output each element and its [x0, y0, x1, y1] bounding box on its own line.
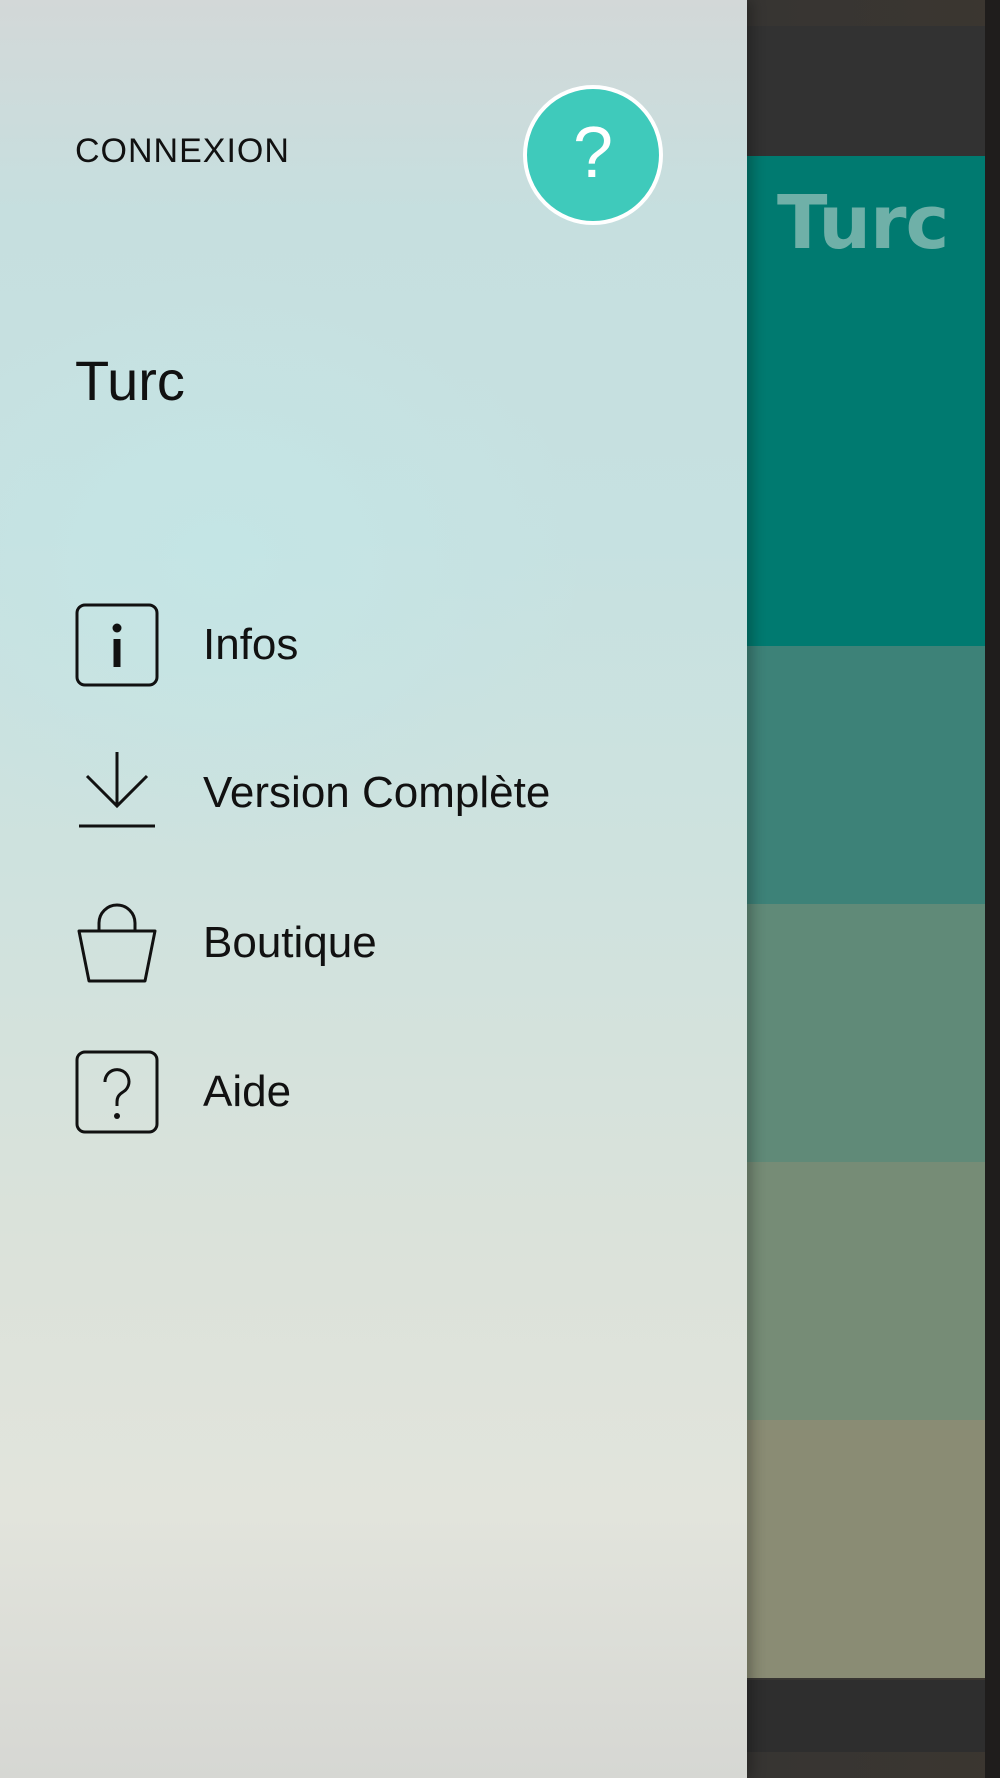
- background-category-band[interactable]: [740, 1162, 985, 1420]
- login-link[interactable]: CONNEXION: [75, 132, 290, 171]
- background-bottom-bar: [740, 1680, 985, 1752]
- menu-item-infos[interactable]: Infos: [75, 595, 298, 695]
- background-top-bar: [740, 26, 985, 156]
- info-icon: [75, 600, 159, 690]
- app-screen: Turc CONNEXION ? Turc Infos Version Comp…: [0, 0, 1000, 1778]
- background-category-band[interactable]: [740, 904, 985, 1162]
- side-drawer: CONNEXION ? Turc Infos Version Complète …: [0, 0, 747, 1778]
- language-title: Turc: [75, 349, 185, 412]
- menu-item-label: Infos: [203, 620, 299, 669]
- question-mark-icon: ?: [572, 113, 614, 193]
- background-edge: [985, 0, 1000, 1778]
- menu-item-label: Boutique: [203, 918, 377, 967]
- background-hero-title: Turc: [777, 180, 949, 266]
- help-button[interactable]: ?: [523, 85, 663, 225]
- menu-item-label: Version Complète: [203, 768, 551, 817]
- shopping-bag-icon: [75, 898, 159, 988]
- background-category-band[interactable]: [740, 646, 985, 904]
- menu-item-shop[interactable]: Boutique: [75, 893, 377, 993]
- menu-item-full-version[interactable]: Version Complète: [75, 743, 550, 843]
- background-category-band[interactable]: [740, 1420, 985, 1678]
- menu-item-help[interactable]: Aide: [75, 1042, 291, 1142]
- download-icon: [75, 748, 159, 838]
- help-icon: [75, 1047, 159, 1137]
- menu-item-label: Aide: [203, 1067, 292, 1116]
